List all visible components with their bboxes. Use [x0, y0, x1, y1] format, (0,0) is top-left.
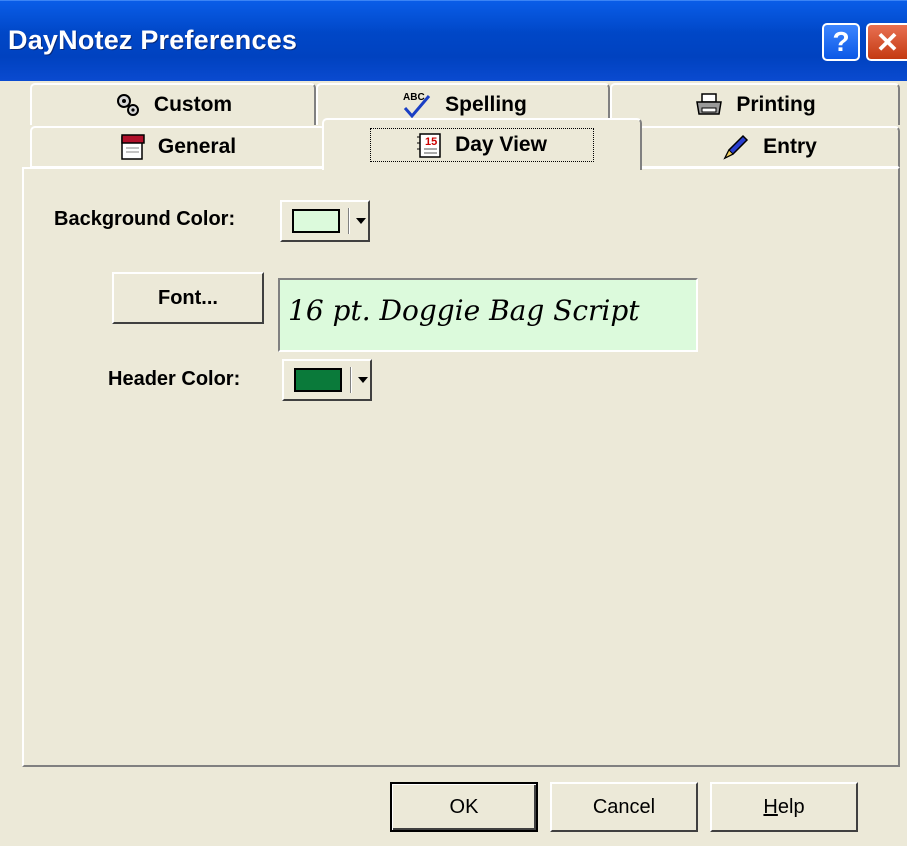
chevron-down-icon — [358, 377, 368, 383]
tab-spelling-label: Spelling — [445, 93, 527, 116]
focus-ring: 15 Day View — [370, 128, 594, 162]
tab-day-view-label: Day View — [455, 133, 547, 156]
font-preview: 16 pt. Doggie Bag Script — [278, 278, 698, 352]
chevron-down-icon — [356, 218, 366, 224]
help-button[interactable]: Help — [710, 782, 858, 832]
tab-entry[interactable]: Entry — [638, 126, 900, 168]
tab-day-view[interactable]: 15 Day View — [322, 118, 642, 170]
spellcheck-abc-text: ABC — [403, 92, 425, 103]
background-color-swatch — [292, 209, 340, 233]
day-view-panel — [22, 167, 900, 767]
tab-printing-label: Printing — [736, 93, 816, 116]
picker-divider — [350, 367, 352, 393]
background-color-picker[interactable] — [280, 200, 370, 242]
calendar-icon-number: 15 — [425, 136, 437, 148]
help-title-button[interactable]: ? — [822, 23, 860, 61]
notebook-icon — [120, 133, 146, 161]
calendar-icon: 15 — [417, 131, 443, 159]
help-mnemonic: H — [763, 795, 778, 818]
help-button-label: elp — [777, 795, 805, 818]
title-bar: DayNotez Preferences ? ✕ — [0, 0, 907, 81]
gears-icon — [114, 92, 142, 118]
cancel-button[interactable]: Cancel — [550, 782, 698, 832]
header-color-picker[interactable] — [282, 359, 372, 401]
font-button[interactable]: Font... — [112, 272, 264, 324]
printer-icon — [694, 92, 724, 118]
tab-custom[interactable]: Custom — [30, 83, 316, 125]
header-color-swatch — [294, 368, 342, 392]
tab-general[interactable]: General — [30, 126, 326, 168]
pen-icon — [721, 132, 751, 162]
background-color-label: Background Color: — [54, 208, 236, 230]
window-title: DayNotez Preferences — [8, 25, 298, 55]
ok-button[interactable]: OK — [390, 782, 538, 832]
question-icon: ? — [832, 26, 850, 57]
close-button[interactable]: ✕ — [866, 23, 907, 61]
close-icon: ✕ — [875, 26, 900, 58]
tab-printing[interactable]: Printing — [610, 83, 900, 125]
tab-entry-label: Entry — [763, 135, 817, 158]
picker-divider — [348, 208, 350, 234]
header-color-label: Header Color: — [108, 368, 241, 390]
tab-general-label: General — [157, 135, 237, 158]
spellcheck-icon: ABC — [399, 90, 433, 120]
tab-custom-label: Custom — [153, 93, 233, 116]
